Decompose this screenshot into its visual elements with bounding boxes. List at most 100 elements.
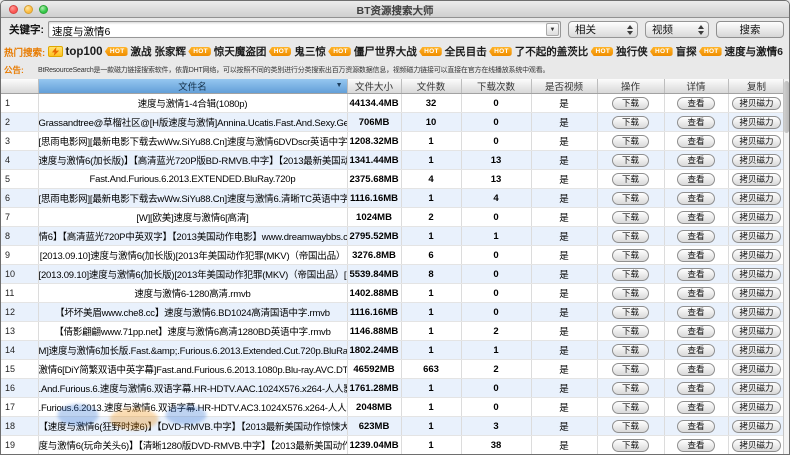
download-button[interactable]: 下载 xyxy=(611,134,649,148)
hot-item[interactable]: HOT 独行侠 xyxy=(590,44,648,59)
view-button[interactable]: 查看 xyxy=(677,286,715,300)
download-button[interactable]: 下载 xyxy=(611,400,649,414)
view-button[interactable]: 查看 xyxy=(677,381,715,395)
view-button[interactable]: 查看 xyxy=(677,419,715,433)
file-name[interactable]: [2013.09.10]速度与激情6(加长版)[2013年美国动作犯罪(MKV)… xyxy=(38,264,348,284)
row-number: 4 xyxy=(1,150,39,170)
copy-magnet-button[interactable]: 拷贝磁力 xyxy=(732,305,781,319)
download-button[interactable]: 下载 xyxy=(611,191,649,205)
vertical-scrollbar[interactable] xyxy=(783,79,789,454)
hot-item[interactable]: HOT 惊天魔盗团 xyxy=(188,44,266,59)
view-button[interactable]: 查看 xyxy=(677,172,715,186)
copy-magnet-button[interactable]: 拷贝磁力 xyxy=(732,172,781,186)
download-button[interactable]: 下载 xyxy=(611,153,649,167)
download-button[interactable]: 下载 xyxy=(611,381,649,395)
category-popup[interactable]: 相关 xyxy=(568,21,638,38)
file-name[interactable]: [思雨电影网][最新电影下载去wWw.SiYu88.Cn]速度与激情6.清晰TC… xyxy=(38,188,348,208)
copy-magnet-button[interactable]: 拷贝磁力 xyxy=(732,153,781,167)
view-button[interactable]: 查看 xyxy=(677,115,715,129)
header-file-size[interactable]: 文件大小 xyxy=(347,79,402,94)
download-button[interactable]: 下载 xyxy=(611,210,649,224)
file-name[interactable]: [W][欧美]速度与激情6[高清] xyxy=(38,207,348,227)
search-input[interactable] xyxy=(49,24,545,39)
copy-magnet-button[interactable]: 拷贝磁力 xyxy=(732,381,781,395)
download-button[interactable]: 下载 xyxy=(611,229,649,243)
copy-magnet-button[interactable]: 拷贝磁力 xyxy=(732,115,781,129)
copy-magnet-button[interactable]: 拷贝磁力 xyxy=(732,267,781,281)
view-button[interactable]: 查看 xyxy=(677,400,715,414)
file-name[interactable]: .And.Furious.6.速度与激情6.双语字幕.HR-HDTV.AAC.1… xyxy=(38,378,348,398)
file-size: 44134.4MB xyxy=(347,93,402,113)
view-button[interactable]: 查看 xyxy=(677,210,715,224)
type-popup[interactable]: 视频 xyxy=(645,21,709,38)
view-button[interactable]: 查看 xyxy=(677,305,715,319)
hot-item-top100[interactable]: top100 xyxy=(47,46,103,58)
hot-item[interactable]: HOT 鬼三惊 xyxy=(268,44,326,59)
download-button[interactable]: 下载 xyxy=(611,267,649,281)
file-name[interactable]: M]速度与激情6加长版.Fast.&amp;.Furious.6.2013.Ex… xyxy=(38,340,348,360)
hot-item[interactable]: HOT 了不起的盖茨比 xyxy=(489,44,588,59)
header-file-name[interactable]: 文件名 ▼ xyxy=(38,79,348,94)
header-download-count[interactable]: 下载次数 xyxy=(461,79,532,94)
hot-item[interactable]: HOT 激战 张家辉 xyxy=(104,44,186,59)
hot-item[interactable]: HOT 速度与激情6 xyxy=(698,44,783,59)
view-button[interactable]: 查看 xyxy=(677,96,715,110)
file-name[interactable]: 【坏坏美眉www.che8.cc】速度与激情6.BD1024高清国语中字.rmv… xyxy=(38,302,348,322)
download-button[interactable]: 下载 xyxy=(611,96,649,110)
copy-magnet-button[interactable]: 拷贝磁力 xyxy=(732,210,781,224)
file-name[interactable]: 【速度与激情6(狂野时速6)】【DVD-RMVB.中字】【2013最新美国动作惊… xyxy=(38,416,348,436)
view-button[interactable]: 查看 xyxy=(677,134,715,148)
copy-magnet-button[interactable]: 拷贝磁力 xyxy=(732,191,781,205)
header-is-video[interactable]: 是否视频 xyxy=(531,79,598,94)
copy-magnet-button[interactable]: 拷贝磁力 xyxy=(732,248,781,262)
download-button[interactable]: 下载 xyxy=(611,248,649,262)
download-button[interactable]: 下载 xyxy=(611,324,649,338)
view-button[interactable]: 查看 xyxy=(677,153,715,167)
view-button[interactable]: 查看 xyxy=(677,229,715,243)
download-button[interactable]: 下载 xyxy=(611,115,649,129)
download-button[interactable]: 下载 xyxy=(611,343,649,357)
file-name[interactable]: 度与激情6(玩命关头6)】【清晰1280版DVD-RMVB.中字】【2013最新… xyxy=(38,435,348,454)
file-name[interactable]: 情6】【高清蓝光720P中英双字】【2013美国动作电影】www.dreamwa… xyxy=(38,226,348,246)
file-name[interactable]: [思雨电影网][最新电影下载去wWw.SiYu88.Cn]速度与激情6DVDsc… xyxy=(38,131,348,151)
copy-magnet-button[interactable]: 拷贝磁力 xyxy=(732,343,781,357)
view-button[interactable]: 查看 xyxy=(677,248,715,262)
file-name[interactable]: Grassandtree@草榴社区@[H版速度与激情]Annina.Ucatis… xyxy=(38,112,348,132)
copy-magnet-button[interactable]: 拷贝磁力 xyxy=(732,229,781,243)
hot-item[interactable]: HOT 僵尸世界大战 xyxy=(328,44,417,59)
download-button[interactable]: 下载 xyxy=(611,419,649,433)
hot-item[interactable]: HOT 盲探 xyxy=(650,44,697,59)
file-name[interactable]: 速度与激情6(加长版)】【高清蓝光720P版BD-RMVB.中字】【2013最新… xyxy=(38,150,348,170)
view-button[interactable]: 查看 xyxy=(677,362,715,376)
view-button[interactable]: 查看 xyxy=(677,191,715,205)
search-button[interactable]: 搜索 xyxy=(716,21,784,38)
download-button[interactable]: 下载 xyxy=(611,172,649,186)
view-button[interactable]: 查看 xyxy=(677,324,715,338)
copy-magnet-button[interactable]: 拷贝磁力 xyxy=(732,324,781,338)
download-button[interactable]: 下载 xyxy=(611,286,649,300)
file-name[interactable]: 激情6[DiY简繁双语中英字幕]Fast.and.Furious.6.2013.… xyxy=(38,359,348,379)
file-name[interactable]: .Furious.6.2013.速度与激情6.双语字幕.HR-HDTV.AC3.… xyxy=(38,397,348,417)
hot-item[interactable]: HOT 全民目击 xyxy=(419,44,487,59)
view-button[interactable]: 查看 xyxy=(677,343,715,357)
copy-magnet-button[interactable]: 拷贝磁力 xyxy=(732,400,781,414)
download-button[interactable]: 下载 xyxy=(611,362,649,376)
file-name[interactable]: 速度与激情1-4合辑(1080p) xyxy=(38,93,348,113)
download-button[interactable]: 下载 xyxy=(611,305,649,319)
file-name[interactable]: [2013.09.10]速度与激情6(加长版)[2013年美国动作犯罪(MKV)… xyxy=(38,245,348,265)
view-button[interactable]: 查看 xyxy=(677,438,715,452)
view-button[interactable]: 查看 xyxy=(677,267,715,281)
download-button[interactable]: 下载 xyxy=(611,438,649,452)
copy-magnet-button[interactable]: 拷贝磁力 xyxy=(732,362,781,376)
copy-magnet-button[interactable]: 拷贝磁力 xyxy=(732,438,781,452)
file-name[interactable]: 速度与激情6-1280高清.rmvb xyxy=(38,283,348,303)
file-name[interactable]: 【倩影翩翩www.71pp.net】速度与激情6高清1280BD英语中字.rmv… xyxy=(38,321,348,341)
copy-magnet-button[interactable]: 拷贝磁力 xyxy=(732,286,781,300)
copy-magnet-button[interactable]: 拷贝磁力 xyxy=(732,134,781,148)
header-file-count[interactable]: 文件数 xyxy=(401,79,462,94)
combo-dropdown-icon[interactable]: ▼ xyxy=(546,23,559,36)
copy-magnet-button[interactable]: 拷贝磁力 xyxy=(732,419,781,433)
scrollbar-thumb[interactable] xyxy=(784,81,789,133)
file-name[interactable]: Fast.And.Furious.6.2013.EXTENDED.BluRay.… xyxy=(38,169,348,189)
copy-magnet-button[interactable]: 拷贝磁力 xyxy=(732,96,781,110)
